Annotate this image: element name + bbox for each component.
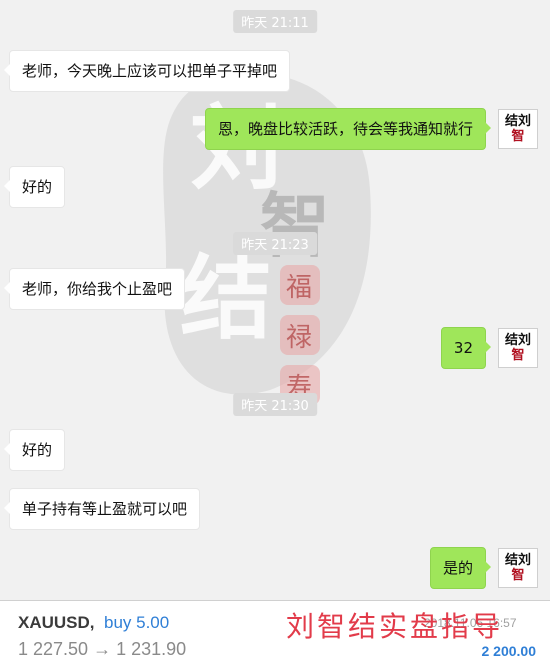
timestamp: 昨天 21:11 — [233, 10, 317, 33]
watermark-caption: 刘智结实盘指导 — [286, 610, 504, 643]
message-bubble-received[interactable]: 好的 — [3, 429, 66, 471]
avatar-text-top: 结刘 — [504, 114, 531, 129]
message-bubble-sent[interactable]: 是的 — [429, 547, 492, 589]
message-bubble-received[interactable]: 好的 — [3, 166, 66, 208]
message-bubble-received[interactable]: 老师，今天晚上应该可以把单子平掉吧 — [3, 50, 291, 92]
avatar-text-bottom: 智 — [511, 568, 525, 583]
timestamp: 昨天 21:30 — [233, 393, 317, 416]
user-avatar[interactable]: 结刘 智 — [498, 548, 538, 588]
watermark-char-3: 结 — [180, 244, 272, 352]
watermark-seal-1: 福 — [286, 273, 312, 303]
user-avatar[interactable]: 结刘 智 — [498, 328, 538, 368]
avatar-text-top: 结刘 — [504, 553, 531, 568]
chat-area[interactable]: 刘 智 结 福 禄 寿 昨天 21:11 老师，今天晚上应该可以把单子平掉吧 恩… — [0, 0, 550, 600]
trade-profit: 2 200.00 — [481, 643, 537, 659]
message-bubble-sent[interactable]: 恩，晚盘比较活跃，待会等我通知就行 — [204, 108, 492, 150]
avatar-text-bottom: 智 — [511, 129, 525, 144]
avatar-text-top: 结刘 — [504, 333, 531, 348]
trade-prices: 1 227.50 → 1 231.90 — [18, 639, 187, 659]
watermark-seal-2: 禄 — [286, 323, 312, 353]
message-bubble-received[interactable]: 老师，你给我个止盈吧 — [3, 268, 186, 310]
user-avatar[interactable]: 结刘 智 — [498, 109, 538, 149]
timestamp: 昨天 21:23 — [233, 232, 317, 255]
trade-symbol: XAUUSD, — [18, 613, 95, 632]
message-bubble-received[interactable]: 单子持有等止盈就可以吧 — [3, 488, 201, 530]
trade-side: buy 5.00 — [104, 613, 170, 632]
message-bubble-sent[interactable]: 32 — [440, 327, 492, 369]
trade-record: XAUUSD, buy 5.00 1 227.50 → 1 231.90 201… — [0, 600, 550, 670]
avatar-text-bottom: 智 — [511, 348, 525, 363]
